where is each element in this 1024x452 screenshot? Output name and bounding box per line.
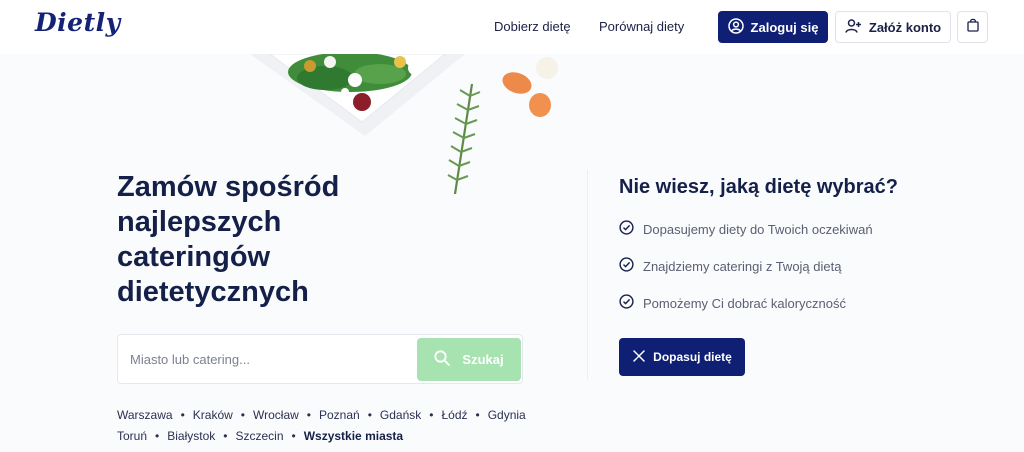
register-label: Załóż konto [868,19,942,35]
city-link[interactable]: Toruń [117,426,147,447]
city-link[interactable]: Warszawa [117,405,173,426]
nav-dobierz-diete[interactable]: Dobierz dietę [494,19,571,34]
benefit-text: Znajdziemy cateringi z Twoją dietą [643,258,842,274]
search-button-label: Szukaj [462,352,504,367]
login-button[interactable]: Zaloguj się [718,11,828,43]
benefit-item: Dopasujemy diety do Twoich oczekiwań [619,220,873,238]
benefit-item: Znajdziemy cateringi z Twoją dietą [619,257,841,275]
city-links-row: Toruń • Białystok • Szczecin • Wszystkie miast… [117,426,537,447]
login-label: Zaloguj się [750,19,819,35]
fork-knife-icon [632,349,646,366]
city-link[interactable]: Łódź [441,405,467,426]
separator-dot: • [223,429,228,443]
city-links: Warszawa • Kraków • Wrocław • Poznań • Gdańsk • Łó… [117,405,537,447]
search-icon [434,350,451,369]
benefit-text: Pomożemy Ci dobrać kaloryczność [643,295,847,311]
separator-dot: • [429,408,434,422]
check-circle-icon [619,257,634,275]
separator-dot: • [367,408,372,422]
search-input[interactable] [130,335,420,383]
separator-dot: • [291,429,296,443]
city-link[interactable]: Białystok [167,426,215,447]
register-button[interactable]: Załóż konto [835,11,951,43]
search-button[interactable]: Szukaj [417,338,521,381]
header: Dietly Dobierz dietę Porównaj diety Zalo… [0,0,1024,54]
city-link[interactable]: Poznań [319,405,360,426]
match-diet-label: Dopasuj dietę [653,350,732,364]
cart-button[interactable] [957,11,988,43]
divider [587,170,588,380]
search-box: Szukaj [117,334,523,384]
separator-dot: • [180,408,185,422]
separator-dot: • [155,429,160,443]
all-cities-link[interactable]: Wszystkie miasta [304,426,403,447]
match-diet-button[interactable]: Dopasuj dietę [619,338,745,376]
city-links-row: Warszawa • Kraków • Wrocław • Poznań • Gdańsk • Łó… [117,405,537,426]
check-circle-icon [619,220,634,238]
dietly-logo[interactable]: Dietly [35,8,121,37]
city-link[interactable]: Gdańsk [380,405,421,426]
separator-dot: • [240,408,245,422]
hero-title: Zamów spośród najlepszych cateringów die… [117,171,340,308]
separator-dot: • [475,408,480,422]
user-circle-icon [727,17,744,37]
user-plus-icon [845,18,862,37]
separator-dot: • [306,408,311,422]
city-link[interactable]: Gdynia [488,405,526,426]
city-link[interactable]: Kraków [193,405,233,426]
shopping-bag-icon [966,18,979,37]
city-link[interactable]: Wrocław [253,405,299,426]
check-circle-icon [619,294,634,312]
city-link[interactable]: Szczecin [235,426,283,447]
benefit-item: Pomożemy Ci dobrać kaloryczność [619,294,846,312]
nav-porownaj-diety[interactable]: Porównaj diety [599,19,684,34]
benefit-text: Dopasujemy diety do Twoich oczekiwań [643,221,873,237]
diet-help-title: Nie wiesz, jaką dietę wybrać? [619,176,899,198]
